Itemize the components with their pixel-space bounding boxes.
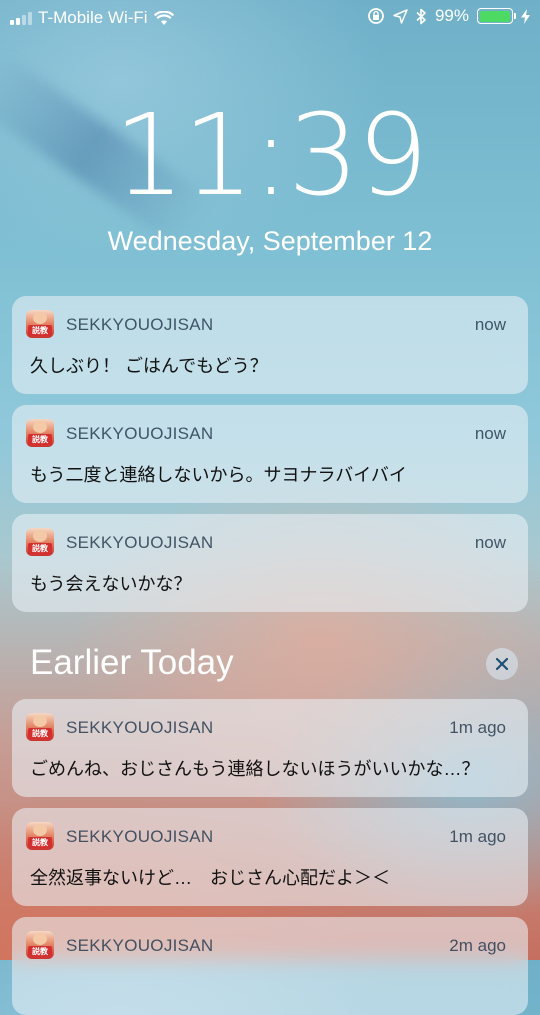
rotation-lock-icon xyxy=(368,8,384,24)
notification-app-name: SEKKYOUOJISAN xyxy=(66,718,214,737)
close-icon xyxy=(495,657,509,671)
notification-card[interactable]: 説教 SEKKYOUOJISAN now 久しぶり！ ごはんでもどう？ xyxy=(12,296,528,394)
notification-card[interactable]: 説教 SEKKYOUOJISAN now もう会えないかな？ xyxy=(12,514,528,612)
notification-time: 2m ago xyxy=(449,936,506,955)
notification-app-name: SEKKYOUOJISAN xyxy=(66,936,214,955)
status-bar: T-Mobile Wi-Fi 99% xyxy=(0,0,540,36)
notification-time: 1m ago xyxy=(449,827,506,846)
app-icon: 説教 xyxy=(26,713,54,741)
battery-percent: 99% xyxy=(434,6,469,25)
notification-card[interactable]: 説教 SEKKYOUOJISAN now もう二度と連絡しないから。サヨナラバイ… xyxy=(12,405,528,503)
carrier-name: T-Mobile Wi-Fi xyxy=(38,8,148,27)
notification-app-name: SEKKYOUOJISAN xyxy=(66,827,214,846)
app-icon: 説教 xyxy=(26,931,54,959)
notification-message: 全然返事ないけど… おじさん心配だよ＞＜ xyxy=(30,868,390,888)
notification-message: もう会えないかな？ xyxy=(30,574,192,594)
notification-message: 久しぶり！ ごはんでもどう？ xyxy=(30,356,268,376)
battery-level xyxy=(479,10,511,22)
app-icon: 説教 xyxy=(26,310,54,338)
notification-app-name: SEKKYOUOJISAN xyxy=(66,424,214,443)
notification-time: now xyxy=(474,533,506,552)
notification-card[interactable]: 説教 SEKKYOUOJISAN 2m ago xyxy=(12,917,528,1015)
battery-icon xyxy=(477,8,516,24)
location-icon xyxy=(393,8,408,24)
notification-message: ごめんね、おじさんもう連絡しないほうがいいかな…？ xyxy=(30,759,480,779)
section-title-earlier-today: Earlier Today xyxy=(30,643,234,682)
notification-app-name: SEKKYOUOJISAN xyxy=(66,315,214,334)
app-icon: 説教 xyxy=(26,419,54,447)
notification-time: now xyxy=(474,424,506,443)
notification-time: now xyxy=(474,315,506,334)
notification-message: もう二度と連絡しないから。サヨナラバイバイ xyxy=(30,465,407,485)
notification-time: 1m ago xyxy=(449,718,506,737)
cellular-signal-icon xyxy=(10,11,32,25)
notification-card[interactable]: 説教 SEKKYOUOJISAN 1m ago ごめんね、おじさんもう連絡しない… xyxy=(12,699,528,797)
notification-card[interactable]: 説教 SEKKYOUOJISAN 1m ago 全然返事ないけど… おじさん心配… xyxy=(12,808,528,906)
lock-screen-time: 11:39 xyxy=(113,91,429,221)
charging-icon xyxy=(521,8,530,24)
app-icon: 説教 xyxy=(26,528,54,556)
wifi-icon xyxy=(153,10,174,25)
bluetooth-icon xyxy=(416,8,426,24)
app-icon: 説教 xyxy=(26,822,54,850)
notification-app-name: SEKKYOUOJISAN xyxy=(66,533,214,552)
clear-notifications-button[interactable] xyxy=(486,648,518,680)
lock-screen-date: Wednesday, September 12 xyxy=(107,226,433,256)
